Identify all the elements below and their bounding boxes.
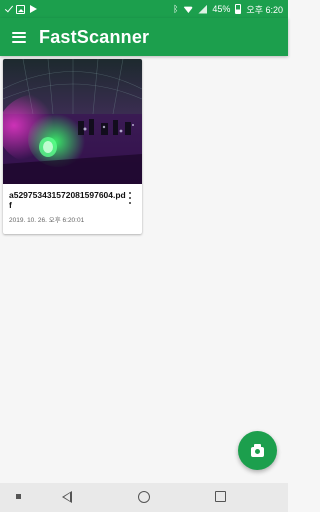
signal-icon (198, 4, 208, 14)
document-thumbnail (3, 59, 142, 184)
menu-icon[interactable] (12, 31, 26, 43)
image-icon (16, 4, 25, 14)
navigation-bar (0, 483, 288, 512)
dot-icon[interactable] (16, 494, 21, 499)
document-date: 2019. 10. 26. 오후 6:20:01 (9, 217, 85, 224)
recents-icon[interactable] (215, 491, 226, 502)
bluetooth-icon: ᛒ (173, 3, 179, 14)
document-info: a529753431572081597604.pdf 2019. 10. 26.… (3, 184, 142, 224)
status-left (4, 3, 37, 14)
status-right: ᛒ 45% 오후 6:20 (173, 3, 283, 16)
app-bar: FastScanner (0, 18, 288, 56)
document-grid: a529753431572081597604.pdf 2019. 10. 26.… (0, 56, 288, 483)
check-icon (4, 3, 14, 13)
app-title: FastScanner (39, 26, 150, 47)
document-card[interactable]: a529753431572081597604.pdf 2019. 10. 26.… (3, 59, 142, 234)
play-store-icon (30, 5, 37, 13)
home-icon[interactable] (138, 491, 150, 503)
camera-fab-button[interactable] (238, 431, 277, 470)
more-options-icon[interactable] (128, 192, 132, 204)
camera-icon (251, 444, 264, 457)
battery-percent: 45% (212, 4, 231, 14)
document-name: a529753431572081597604.pdf (9, 190, 126, 210)
wifi-icon (183, 6, 194, 13)
status-bar: ᛒ 45% 오후 6:20 (0, 0, 288, 18)
status-time: 오후 6:20 (246, 4, 283, 15)
back-icon[interactable] (62, 491, 72, 503)
battery-icon (235, 4, 242, 14)
